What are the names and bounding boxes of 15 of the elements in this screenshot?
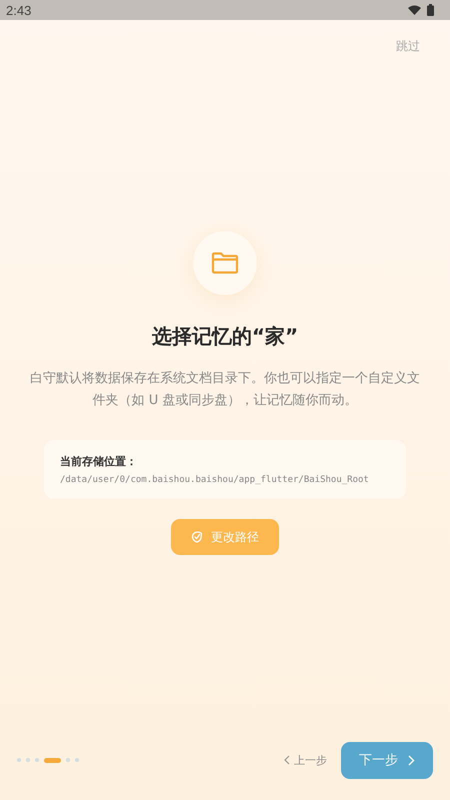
wifi-icon — [408, 5, 421, 15]
skip-button[interactable]: 跳过 — [396, 38, 420, 55]
description-text: 白守默认将数据保存在系统文档目录下。你也可以指定一个自定义文件夹（如 U 盘或同步盘），让记忆随你而动。 — [29, 370, 421, 410]
chevron-right-icon — [408, 754, 415, 766]
storage-label: 当前存储位置： — [60, 454, 138, 469]
storage-path: /data/user/0/com.baishou.baishou/app_flutter/BaiShou_Root — [60, 475, 370, 485]
page-title: 选择记忆的“家” — [152, 323, 298, 350]
back-button[interactable]: 上一步 — [284, 752, 327, 768]
folder-icon — [211, 252, 239, 274]
battery-icon — [427, 4, 434, 16]
change-path-button[interactable]: 更改路径 — [171, 519, 279, 555]
next-button[interactable]: 下一步 — [341, 742, 433, 778]
chevron-left-icon — [284, 755, 290, 765]
status-time: 2:43 — [6, 2, 32, 18]
check-shield-icon — [191, 531, 203, 543]
